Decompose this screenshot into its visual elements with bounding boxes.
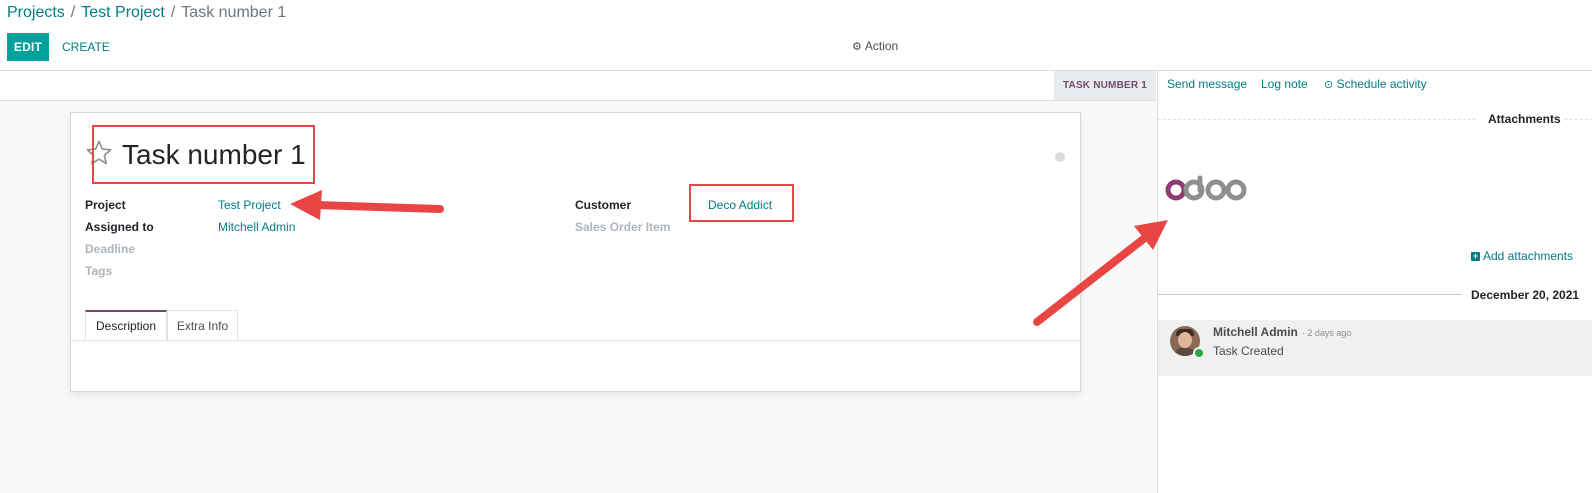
arrow-to-logo [1033, 220, 1168, 326]
annotation-arrows [290, 190, 1168, 326]
arrow-to-project [290, 190, 444, 220]
